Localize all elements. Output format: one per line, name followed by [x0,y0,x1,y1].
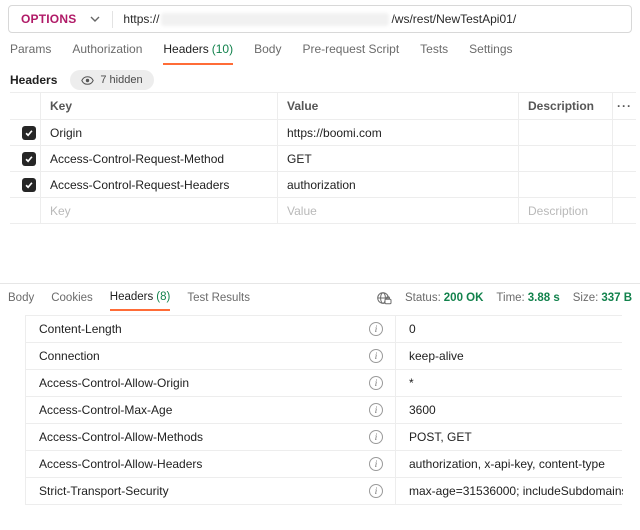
response-tab-body[interactable]: Body [8,284,34,311]
response-tab-headers-label: Headers [110,291,153,303]
response-tabs: Body Cookies Headers(8) Test Results [8,284,250,311]
url-input[interactable]: https:// /ws/rest/NewTestApi01/ [113,12,516,26]
header-description-input[interactable] [518,172,612,197]
globe-lock-icon[interactable] [376,291,392,305]
header-key-input[interactable]: Access-Control-Request-Headers [40,172,277,197]
header-value-input[interactable]: GET [277,146,518,171]
response-header-key: Access-Control-Allow-Origin [39,376,369,390]
response-header-key: Access-Control-Allow-Headers [39,457,369,471]
response-header-value: authorization, x-api-key, content-type [396,457,623,471]
status-value: 200 OK [444,292,484,304]
row-spacer [612,172,636,197]
response-meta: Status:200 OK Time:3.88 s Size:337 B [376,284,632,311]
row-checkbox[interactable] [22,152,36,166]
response-bar: Body Cookies Headers(8) Test Results Sta… [0,283,640,311]
response-header-row: Connectioni keep-alive [26,343,622,370]
response-header-row: Access-Control-Max-Agei 3600 [26,397,622,424]
size-value: 337 B [601,292,632,304]
response-header-row: Strict-Transport-Securityi max-age=31536… [26,478,622,505]
size-badge: Size:337 B [573,292,632,304]
header-value-input[interactable]: https://boomi.com [277,120,518,145]
response-header-value: * [396,376,623,390]
tab-authorization[interactable]: Authorization [72,42,142,65]
response-header-key: Strict-Transport-Security [39,484,369,498]
hidden-headers-toggle[interactable]: 7 hidden [70,70,153,90]
tab-headers-label: Headers [163,42,208,56]
info-icon[interactable]: i [369,322,383,336]
eye-icon [81,76,94,85]
method-label: OPTIONS [21,12,76,26]
table-header-row: Key Value Description ··· [10,93,636,120]
row-spacer [612,198,636,223]
header-checkbox-cell [10,93,40,119]
header-description-input[interactable]: Description [518,198,612,223]
response-header-value: POST, GET [396,430,623,444]
table-row-placeholder: Key Value Description [10,198,636,224]
response-header-row: Access-Control-Allow-Headersi authorizat… [26,451,622,478]
row-spacer [612,146,636,171]
response-header-value: 3600 [396,403,623,417]
column-description: Description [518,93,612,119]
response-tab-test-results[interactable]: Test Results [187,284,250,311]
response-header-key: Access-Control-Allow-Methods [39,430,369,444]
response-headers-table: Content-Lengthi 0 Connectioni keep-alive… [25,315,622,505]
hidden-badge-label: 7 hidden [100,74,142,86]
time-value: 3.88 s [528,292,560,304]
response-header-key: Connection [39,349,369,363]
header-value-input[interactable]: authorization [277,172,518,197]
tab-settings[interactable]: Settings [469,42,512,65]
column-value: Value [277,93,518,119]
header-key-input[interactable]: Origin [40,120,277,145]
header-description-input[interactable] [518,146,612,171]
more-options-icon[interactable]: ··· [612,93,636,119]
tab-tests[interactable]: Tests [420,42,448,65]
chevron-down-icon [90,16,100,22]
response-tab-headers[interactable]: Headers(8) [110,284,171,311]
response-header-key: Content-Length [39,322,369,336]
tab-headers[interactable]: Headers (10) [163,42,233,65]
info-icon[interactable]: i [369,349,383,363]
tab-body[interactable]: Body [254,42,281,65]
row-checkbox[interactable] [22,178,36,192]
table-row: Origin https://boomi.com [10,120,636,146]
response-header-row: Content-Lengthi 0 [26,316,622,343]
column-key: Key [40,93,277,119]
header-value-input[interactable]: Value [277,198,518,223]
info-icon[interactable]: i [369,376,383,390]
row-spacer [612,120,636,145]
info-icon[interactable]: i [369,430,383,444]
response-header-value: max-age=31536000; includeSubdomains; [396,484,623,498]
response-header-row: Access-Control-Allow-Methodsi POST, GET [26,424,622,451]
response-tab-headers-count: (8) [156,291,170,303]
tab-pre-request-script[interactable]: Pre-request Script [302,42,399,65]
response-header-value: 0 [396,322,623,336]
headers-subheader: Headers 7 hidden [10,70,154,90]
request-headers-table: Key Value Description ··· Origin https:/… [10,92,636,224]
tab-headers-count: (10) [212,42,233,56]
headers-title: Headers [10,73,57,87]
header-description-input[interactable] [518,120,612,145]
header-key-input[interactable]: Access-Control-Request-Method [40,146,277,171]
header-key-input[interactable]: Key [40,198,277,223]
info-icon[interactable]: i [369,403,383,417]
tab-params[interactable]: Params [10,42,51,65]
table-row: Access-Control-Request-Method GET [10,146,636,172]
url-prefix: https:// [123,12,159,26]
method-selector[interactable]: OPTIONS [9,6,112,32]
row-checkbox[interactable] [22,126,36,140]
placeholder-checkbox-cell [10,198,40,223]
time-badge: Time:3.88 s [496,292,559,304]
info-icon[interactable]: i [369,457,383,471]
url-suffix: /ws/rest/NewTestApi01/ [391,12,516,26]
response-header-value: keep-alive [396,349,623,363]
response-header-row: Access-Control-Allow-Origini * [26,370,622,397]
url-redacted-segment [161,13,389,26]
request-url-bar: OPTIONS https:// /ws/rest/NewTestApi01/ [8,5,632,33]
status-badge: Status:200 OK [405,292,483,304]
response-tab-cookies[interactable]: Cookies [51,284,93,311]
info-icon[interactable]: i [369,484,383,498]
response-header-key: Access-Control-Max-Age [39,403,369,417]
table-row: Access-Control-Request-Headers authoriza… [10,172,636,198]
request-tabs: Params Authorization Headers (10) Body Pr… [10,42,513,65]
